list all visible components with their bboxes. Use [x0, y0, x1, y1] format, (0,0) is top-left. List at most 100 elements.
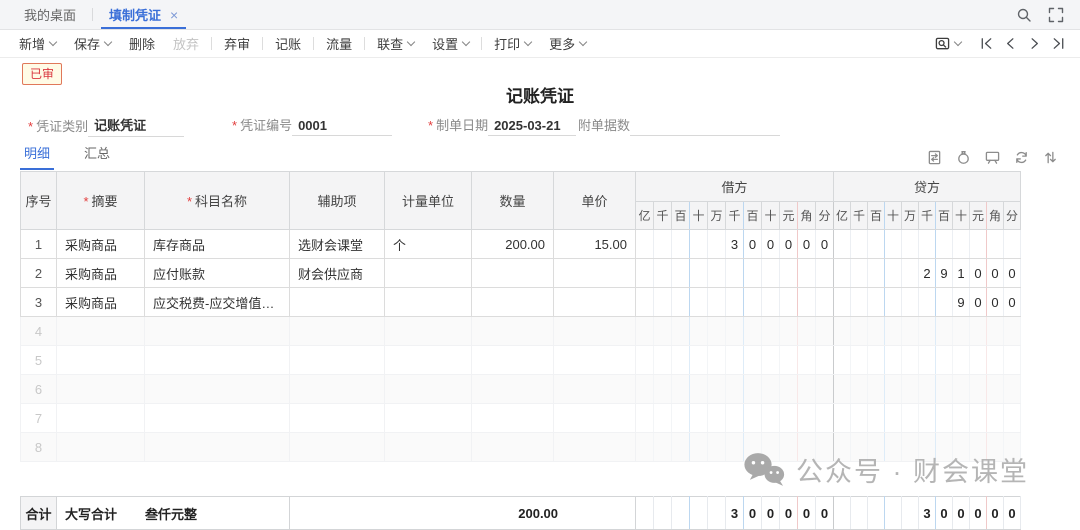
cell-summary[interactable]: [57, 375, 145, 404]
cell-debit-digit[interactable]: [762, 375, 780, 404]
cell-unit[interactable]: [385, 259, 472, 288]
cell-account[interactable]: [145, 346, 290, 375]
cell-credit-digit[interactable]: 0: [970, 288, 987, 317]
cell-debit-digit[interactable]: [780, 288, 798, 317]
cell-credit-digit[interactable]: [970, 375, 987, 404]
cell-credit-digit[interactable]: [919, 433, 936, 462]
cell-debit-digit[interactable]: [690, 404, 708, 433]
cell-debit-digit[interactable]: [654, 317, 672, 346]
cell-debit-digit[interactable]: [654, 346, 672, 375]
cell-credit-digit[interactable]: [868, 375, 885, 404]
cell-qty[interactable]: [472, 433, 554, 462]
toolbar-button-settings[interactable]: 设置: [423, 31, 478, 57]
cell-debit-digit[interactable]: [636, 288, 654, 317]
cell-debit-digit[interactable]: [636, 317, 654, 346]
cell-row-number[interactable]: 8: [21, 433, 57, 462]
cell-credit-digit[interactable]: [902, 404, 919, 433]
cell-debit-digit[interactable]: [654, 230, 672, 259]
cell-qty[interactable]: [472, 259, 554, 288]
display-icon[interactable]: [985, 150, 1000, 165]
cell-credit-digit[interactable]: [953, 230, 970, 259]
cell-credit-digit[interactable]: [970, 404, 987, 433]
cell-debit-digit[interactable]: [798, 375, 816, 404]
cell-debit-digit[interactable]: 3: [726, 230, 744, 259]
cell-credit-digit[interactable]: 2: [919, 259, 936, 288]
cell-credit-digit[interactable]: [834, 404, 851, 433]
cell-credit-digit[interactable]: [953, 317, 970, 346]
cell-credit-digit[interactable]: [936, 404, 953, 433]
cell-qty[interactable]: [472, 404, 554, 433]
cell-row-number[interactable]: 6: [21, 375, 57, 404]
cell-credit-digit[interactable]: [970, 346, 987, 375]
cell-debit-digit[interactable]: [816, 317, 834, 346]
cell-debit-digit[interactable]: [780, 375, 798, 404]
cell-credit-digit[interactable]: [1004, 433, 1021, 462]
cell-aux[interactable]: [290, 433, 385, 462]
cell-debit-digit[interactable]: [708, 404, 726, 433]
cell-credit-digit[interactable]: [1004, 230, 1021, 259]
cell-credit-digit[interactable]: 1: [953, 259, 970, 288]
cell-debit-digit[interactable]: [672, 288, 690, 317]
cell-credit-digit[interactable]: [1004, 375, 1021, 404]
cell-credit-digit[interactable]: [885, 317, 902, 346]
cell-price[interactable]: 15.00: [554, 230, 636, 259]
view-tab-summary[interactable]: 汇总: [80, 143, 114, 170]
cell-row-number[interactable]: 2: [21, 259, 57, 288]
cell-unit[interactable]: [385, 317, 472, 346]
search-icon[interactable]: [1016, 7, 1032, 23]
cell-aux[interactable]: [290, 404, 385, 433]
cell-debit-digit[interactable]: [654, 404, 672, 433]
cell-credit-digit[interactable]: [851, 433, 868, 462]
cell-row-number[interactable]: 5: [21, 346, 57, 375]
toolbar-button-unapprove[interactable]: 弃审: [215, 31, 259, 57]
cell-debit-digit[interactable]: [690, 288, 708, 317]
cell-summary[interactable]: [57, 433, 145, 462]
cell-credit-digit[interactable]: [902, 375, 919, 404]
cell-summary[interactable]: 采购商品: [57, 288, 145, 317]
cell-debit-digit[interactable]: [690, 259, 708, 288]
cell-debit-digit[interactable]: [816, 346, 834, 375]
cell-credit-digit[interactable]: [868, 433, 885, 462]
cell-credit-digit[interactable]: [902, 259, 919, 288]
cell-credit-digit[interactable]: [885, 288, 902, 317]
cell-credit-digit[interactable]: [936, 346, 953, 375]
toolbar-button-linkquery[interactable]: 联查: [368, 31, 423, 57]
cell-credit-digit[interactable]: [851, 375, 868, 404]
cell-debit-digit[interactable]: [690, 230, 708, 259]
cell-credit-digit[interactable]: [1004, 404, 1021, 433]
cell-credit-digit[interactable]: [987, 346, 1004, 375]
nav-last-icon[interactable]: [1051, 36, 1066, 51]
tab-close-icon[interactable]: ×: [170, 7, 178, 23]
cell-price[interactable]: [554, 404, 636, 433]
cell-debit-digit[interactable]: [744, 404, 762, 433]
cell-credit-digit[interactable]: [936, 375, 953, 404]
cell-credit-digit[interactable]: [885, 433, 902, 462]
cell-price[interactable]: [554, 317, 636, 346]
cell-debit-digit[interactable]: [726, 346, 744, 375]
cell-debit-digit[interactable]: [726, 288, 744, 317]
cell-account[interactable]: [145, 404, 290, 433]
cell-debit-digit[interactable]: [654, 259, 672, 288]
sync-icon[interactable]: [1014, 150, 1029, 165]
cell-debit-digit[interactable]: [636, 259, 654, 288]
cell-credit-digit[interactable]: [834, 346, 851, 375]
cell-credit-digit[interactable]: [919, 346, 936, 375]
cell-debit-digit[interactable]: [744, 375, 762, 404]
cell-credit-digit[interactable]: [851, 317, 868, 346]
cell-credit-digit[interactable]: [868, 259, 885, 288]
cell-debit-digit[interactable]: [672, 375, 690, 404]
cell-account[interactable]: [145, 375, 290, 404]
cell-credit-digit[interactable]: 0: [987, 259, 1004, 288]
cell-credit-digit[interactable]: 0: [1004, 288, 1021, 317]
cell-account[interactable]: 库存商品: [145, 230, 290, 259]
toolbar-button-new[interactable]: 新增: [10, 31, 65, 57]
cell-aux[interactable]: [290, 346, 385, 375]
cell-debit-digit[interactable]: [798, 404, 816, 433]
cell-summary[interactable]: [57, 346, 145, 375]
cell-price[interactable]: [554, 259, 636, 288]
cell-debit-digit[interactable]: [636, 346, 654, 375]
cell-debit-digit[interactable]: 0: [780, 230, 798, 259]
cell-credit-digit[interactable]: [970, 317, 987, 346]
cell-row-number[interactable]: 7: [21, 404, 57, 433]
cell-debit-digit[interactable]: [654, 375, 672, 404]
